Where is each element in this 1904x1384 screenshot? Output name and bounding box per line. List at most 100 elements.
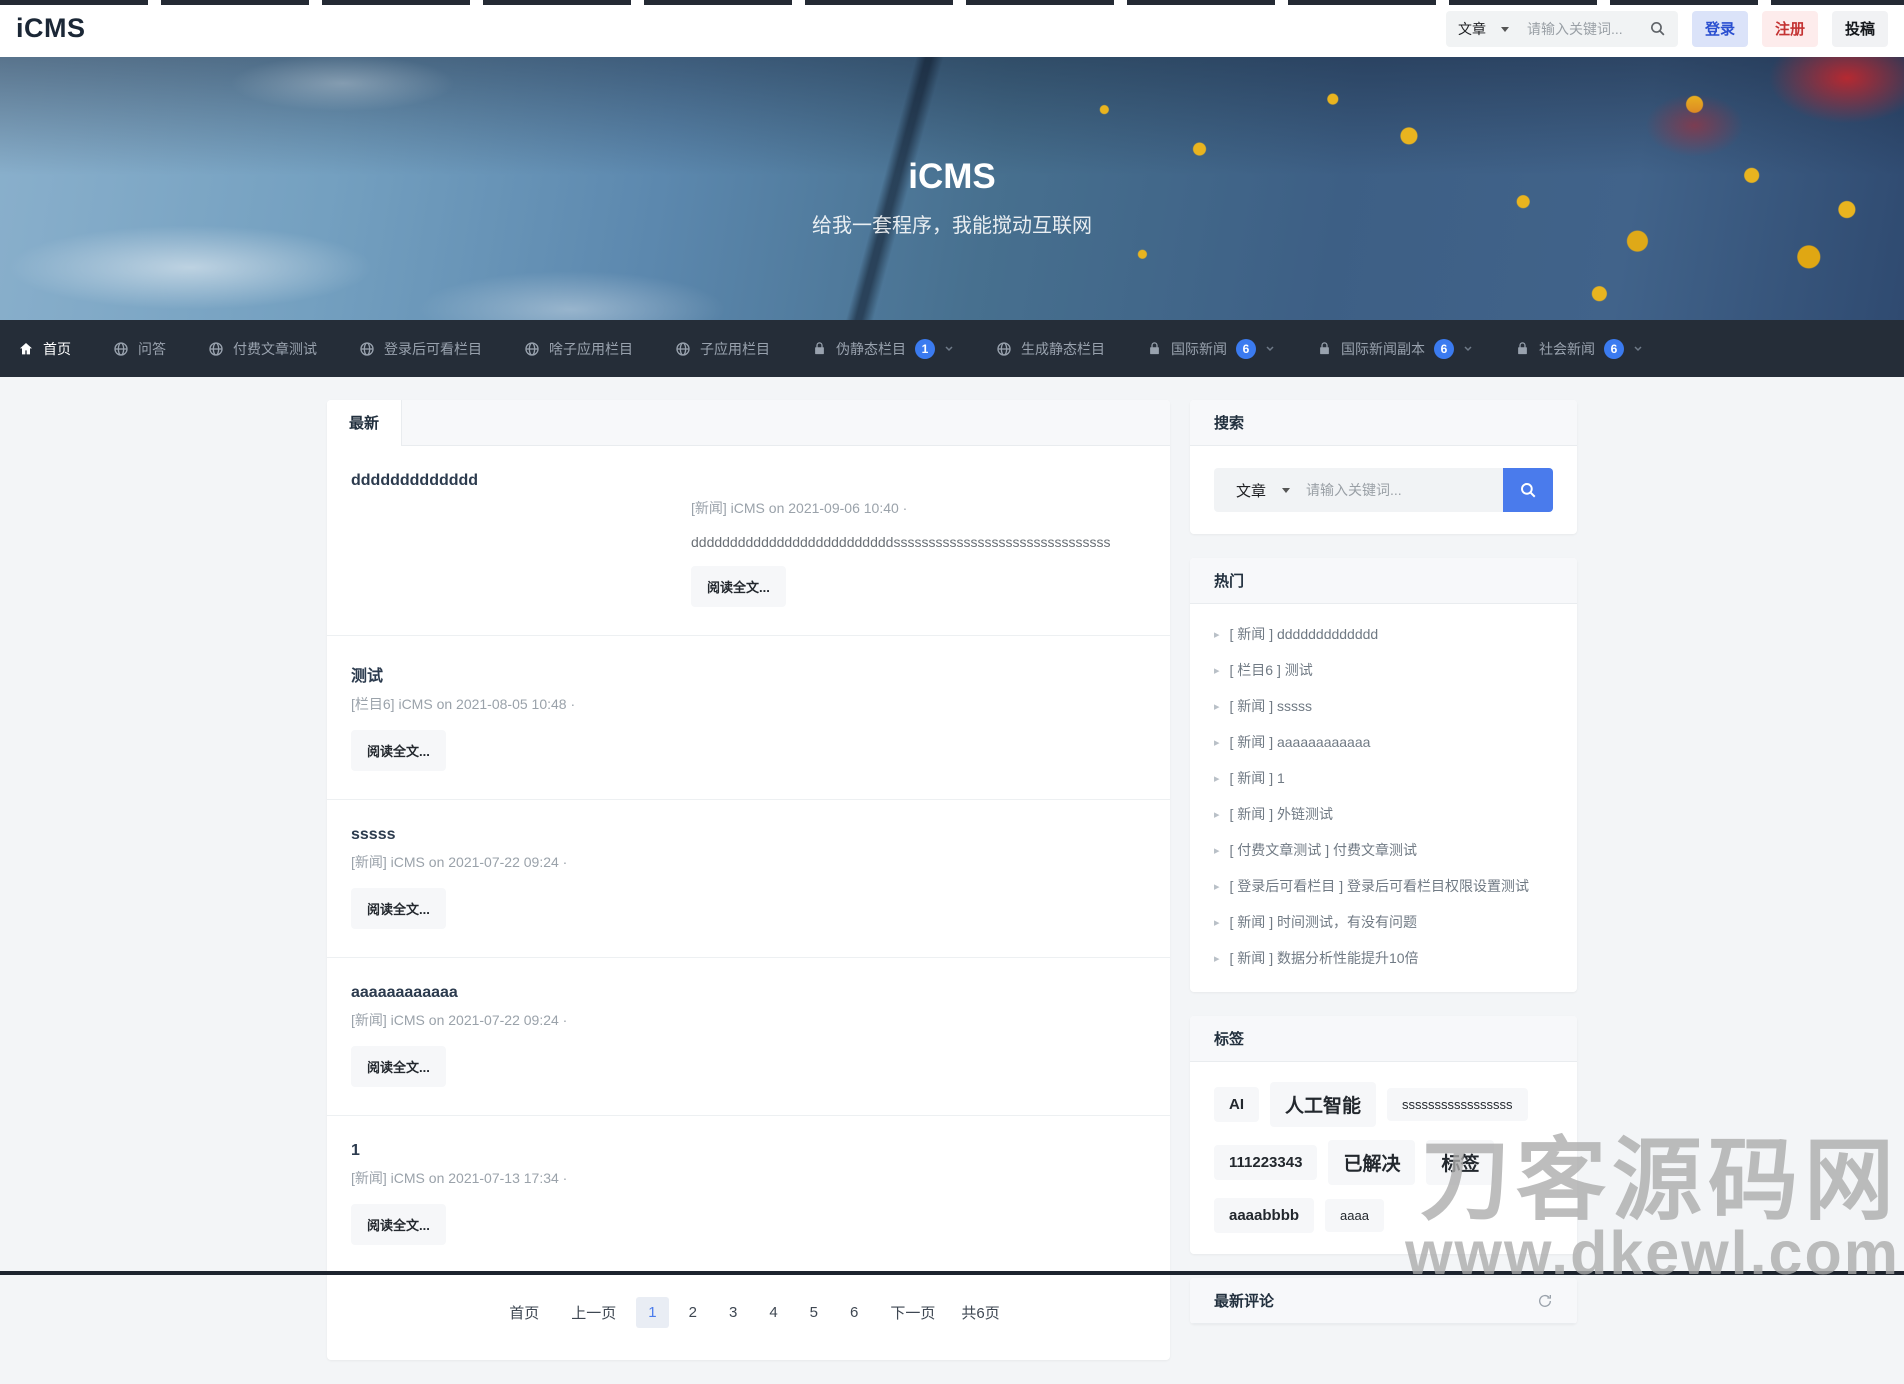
hot-item-label: [ 登录后可看栏目 ] 登录后可看栏目权限设置测试 bbox=[1230, 876, 1529, 896]
read-more-button[interactable]: 阅读全文... bbox=[351, 730, 446, 771]
triangle-right-icon: ▸ bbox=[1214, 772, 1220, 785]
caret-down-icon bbox=[1282, 486, 1290, 494]
read-more-button[interactable]: 阅读全文... bbox=[351, 1204, 446, 1245]
sidebar-search-button[interactable] bbox=[1503, 468, 1553, 512]
tag-chip[interactable]: AI bbox=[1214, 1087, 1259, 1122]
clipped-footer-strip bbox=[0, 1271, 1904, 1275]
tag-chip[interactable]: 标签 bbox=[1426, 1140, 1494, 1185]
triangle-right-icon: ▸ bbox=[1214, 700, 1220, 713]
globe-icon bbox=[208, 341, 224, 357]
hot-item[interactable]: ▸ [ 新闻 ] ddddddddddddd bbox=[1214, 616, 1553, 652]
content-area: 最新 ddddddddddddd [新闻] iCMS on 2021-09-06… bbox=[327, 400, 1577, 1384]
hot-item[interactable]: ▸[ 栏目6 ] 测试 bbox=[1214, 652, 1553, 688]
site-logo[interactable]: iCMS bbox=[16, 13, 86, 44]
globe-icon bbox=[996, 341, 1012, 357]
hero-banner: iCMS 给我一套程序，我能搅动互联网 bbox=[0, 57, 1904, 320]
pagination: 首页 上一页 1 2 3 4 5 6 下一页 共6页 bbox=[327, 1273, 1170, 1360]
tag-chip[interactable]: aaaa bbox=[1325, 1199, 1384, 1232]
triangle-right-icon: ▸ bbox=[1214, 844, 1220, 857]
hot-item[interactable]: ▸[ 新闻 ] aaaaaaaaaaaa bbox=[1214, 724, 1553, 760]
nav-item-sub-app[interactable]: 子应用栏目 bbox=[675, 339, 770, 359]
pagination-page-1[interactable]: 1 bbox=[636, 1297, 668, 1328]
pagination-page-2[interactable]: 2 bbox=[677, 1297, 709, 1328]
nav-item-login-required[interactable]: 登录后可看栏目 bbox=[359, 339, 482, 359]
caret-down-icon bbox=[1501, 25, 1509, 33]
latest-comments-header: 最新评论 bbox=[1190, 1278, 1577, 1324]
article-meta: [新闻] iCMS on 2021-09-06 10:40 · bbox=[691, 498, 1146, 518]
nav-item-qa[interactable]: 问答 bbox=[113, 339, 166, 359]
nav-item-rewrite[interactable]: 伪静态栏目 1 bbox=[812, 339, 954, 359]
triangle-right-icon: ▸ bbox=[1214, 952, 1220, 965]
search-icon[interactable] bbox=[1649, 20, 1666, 37]
header-actions: 文章 登录 注册 投稿 bbox=[1446, 11, 1888, 47]
nav-item-label: 国际新闻 bbox=[1171, 339, 1227, 359]
nav-item-intl-news-copy[interactable]: 国际新闻副本 6 bbox=[1317, 339, 1473, 359]
spinner-icon bbox=[1537, 1293, 1553, 1309]
tag-chip[interactable]: 111223343 bbox=[1214, 1145, 1317, 1180]
main-column: 最新 ddddddddddddd [新闻] iCMS on 2021-09-06… bbox=[327, 400, 1170, 1384]
tags-title: 标签 bbox=[1190, 1016, 1577, 1062]
pagination-first[interactable]: 首页 bbox=[497, 1295, 551, 1330]
article-meta: [新闻] iCMS on 2021-07-22 09:24 · bbox=[351, 1010, 1146, 1030]
hot-item-label: [ 新闻 ] 数据分析性能提升10倍 bbox=[1230, 948, 1419, 968]
submit-post-button[interactable]: 投稿 bbox=[1832, 11, 1888, 47]
hot-item-label: [ 新闻 ] ddddddddddddd bbox=[1230, 624, 1379, 644]
pagination-page-5[interactable]: 5 bbox=[798, 1297, 830, 1328]
hot-item-label: [ 新闻 ] sssss bbox=[1230, 696, 1312, 716]
search-category-value: 文章 bbox=[1458, 19, 1486, 39]
nav-item-social-news[interactable]: 社会新闻 6 bbox=[1515, 339, 1643, 359]
latest-comments-card: 最新评论 bbox=[1190, 1278, 1577, 1324]
hot-item-label: [ 栏目6 ] 测试 bbox=[1230, 660, 1313, 680]
nav-item-badge: 1 bbox=[915, 339, 935, 359]
tag-chip[interactable]: aaaabbbb bbox=[1214, 1198, 1314, 1233]
article-title[interactable]: ddddddddddddd bbox=[351, 472, 478, 490]
pagination-page-3[interactable]: 3 bbox=[717, 1297, 749, 1328]
header-search-input[interactable] bbox=[1525, 20, 1649, 38]
hot-item-label: [ 新闻 ] 1 bbox=[1230, 768, 1285, 788]
article-title[interactable]: 1 bbox=[351, 1142, 360, 1160]
hot-item[interactable]: ▸[ 新闻 ] 时间测试，有没有问题 bbox=[1214, 904, 1553, 940]
login-button[interactable]: 登录 bbox=[1692, 11, 1748, 47]
pagination-prev[interactable]: 上一页 bbox=[559, 1295, 628, 1330]
hot-item-label: [ 付费文章测试 ] 付费文章测试 bbox=[1230, 840, 1417, 860]
hot-item[interactable]: ▸ [ 新闻 ] 数据分析性能提升10倍 bbox=[1214, 940, 1553, 976]
nav-item-paid-article-test[interactable]: 付费文章测试 bbox=[208, 339, 317, 359]
tab-latest[interactable]: 最新 bbox=[327, 400, 402, 446]
tag-chip[interactable]: sssssssssssssssss bbox=[1387, 1088, 1528, 1121]
read-more-button[interactable]: 阅读全文... bbox=[351, 888, 446, 929]
sidebar-search-input[interactable] bbox=[1304, 481, 1503, 499]
nav-item-label: 付费文章测试 bbox=[233, 339, 317, 359]
lock-icon bbox=[1515, 341, 1530, 356]
hot-item[interactable]: ▸[ 新闻 ] 外链测试 bbox=[1214, 796, 1553, 832]
site-header: iCMS 文章 登录 注册 投稿 bbox=[0, 0, 1904, 57]
sidebar-search-category-value: 文章 bbox=[1236, 480, 1266, 501]
pagination-page-6[interactable]: 6 bbox=[838, 1297, 870, 1328]
read-more-button[interactable]: 阅读全文... bbox=[351, 1046, 446, 1087]
hot-item[interactable]: ▸ [ 新闻 ] 1 bbox=[1214, 760, 1553, 796]
hero-subtitle: 给我一套程序，我能搅动互联网 bbox=[812, 209, 1092, 238]
tag-chip[interactable]: 人工智能 bbox=[1270, 1082, 1376, 1127]
article-meta: [新闻] iCMS on 2021-07-13 17:34 · bbox=[351, 1168, 1146, 1188]
triangle-right-icon: ▸ bbox=[1214, 808, 1220, 821]
lock-icon bbox=[812, 341, 827, 356]
triangle-right-icon: ▸ bbox=[1214, 628, 1220, 641]
article-title[interactable]: aaaaaaaaaaaa bbox=[351, 984, 458, 1002]
pagination-page-4[interactable]: 4 bbox=[757, 1297, 789, 1328]
sidebar: 搜索 文章 热门 ▸[ 新闻 ] ddddddddddddd ▸[ 栏目6 ] … bbox=[1190, 400, 1577, 1348]
nav-item-label: 啥子应用栏目 bbox=[549, 339, 633, 359]
article-title[interactable]: sssss bbox=[351, 826, 396, 844]
nav-item-intl-news[interactable]: 国际新闻 6 bbox=[1147, 339, 1275, 359]
sidebar-search-category-select[interactable]: 文章 bbox=[1214, 480, 1304, 501]
hot-item[interactable]: ▸ [ 新闻 ] sssss bbox=[1214, 688, 1553, 724]
read-more-button[interactable]: 阅读全文... bbox=[691, 566, 786, 607]
nav-item-home[interactable]: 首页 bbox=[18, 339, 71, 359]
tag-chip[interactable]: 已解决 bbox=[1328, 1140, 1415, 1185]
hot-item[interactable]: ▸ [ 付费文章测试 ] 付费文章测试 bbox=[1214, 832, 1553, 868]
nav-item-shazi-app[interactable]: 啥子应用栏目 bbox=[524, 339, 633, 359]
register-button[interactable]: 注册 bbox=[1762, 11, 1818, 47]
article-title[interactable]: 测试 bbox=[351, 662, 383, 686]
nav-item-static-gen[interactable]: 生成静态栏目 bbox=[996, 339, 1105, 359]
hot-item[interactable]: ▸[ 登录后可看栏目 ] 登录后可看栏目权限设置测试 bbox=[1214, 868, 1553, 904]
search-category-select[interactable]: 文章 bbox=[1458, 19, 1509, 39]
pagination-next[interactable]: 下一页 bbox=[878, 1295, 947, 1330]
